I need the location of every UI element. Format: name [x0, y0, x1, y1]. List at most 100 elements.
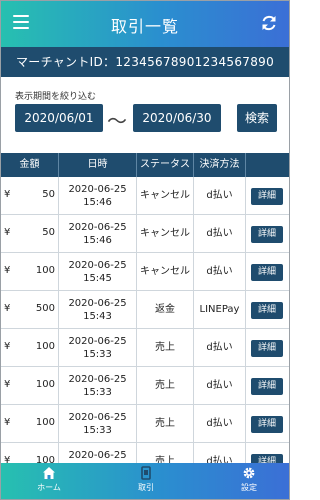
detail-button[interactable]: 詳細	[251, 340, 283, 357]
currency-symbol: ¥	[4, 265, 11, 276]
amount-value: 100	[35, 417, 55, 428]
table-row: ¥50 2020-06-25 15:46 キャンセル d払い 詳細	[1, 177, 289, 215]
detail-cell: 詳細	[246, 291, 289, 329]
table-row: ¥100 2020-06-25 15:33 売上d払い詳細	[1, 405, 289, 443]
column-header-amount: 金額	[1, 153, 59, 177]
amount-value: 50	[42, 189, 55, 200]
datetime-cell: 2020-06-25 15:46	[59, 177, 137, 215]
currency-symbol: ¥	[4, 417, 11, 428]
amount-value: 100	[35, 455, 55, 463]
method-cell: LINEPay	[194, 291, 246, 329]
table-row: ¥1002020-06-2515:33売上d払い詳細	[1, 329, 289, 367]
amount-value: 100	[35, 265, 55, 276]
time-value: 15:33	[83, 425, 112, 436]
datetime-cell: 2020-06-25 15:45	[59, 253, 137, 291]
amount-cell: ¥100	[1, 329, 59, 367]
app-header: 取引一覧	[1, 1, 289, 47]
detail-button[interactable]: 詳細	[251, 302, 283, 319]
column-header-method: 決済方法	[194, 153, 246, 177]
status-cell: 返金	[137, 291, 194, 329]
datetime-cell: 2020-06-2515:33	[59, 367, 137, 405]
nav-settings-label: 設定	[241, 483, 257, 492]
home-icon	[43, 467, 55, 479]
column-header-datetime: 日時	[59, 153, 137, 177]
status-cell: 売上	[137, 367, 194, 405]
detail-cell: 詳細	[246, 215, 289, 253]
amount-value: 500	[35, 303, 55, 314]
column-header-detail	[246, 153, 289, 177]
amount-cell: ¥100	[1, 253, 59, 291]
method-cell: d払い	[194, 367, 246, 405]
detail-button[interactable]: 詳細	[251, 416, 283, 433]
method-cell: d払い	[194, 329, 246, 367]
amount-cell: ¥50	[1, 215, 59, 253]
date-value: 2020-06-25	[68, 450, 127, 461]
currency-symbol: ¥	[4, 341, 11, 352]
amount-value: 100	[35, 379, 55, 390]
refresh-icon[interactable]	[259, 13, 279, 33]
status-cell: 売上	[137, 405, 194, 443]
transaction-list[interactable]: ¥50 2020-06-25 15:46 キャンセル d払い 詳細 ¥50 2020-06-2…	[1, 177, 289, 463]
detail-button[interactable]: 詳細	[251, 226, 283, 243]
detail-cell: 詳細	[246, 443, 289, 463]
datetime-cell: 2020-06-25 15:43	[59, 291, 137, 329]
detail-cell: 詳細	[246, 405, 289, 443]
detail-cell: 詳細	[246, 367, 289, 405]
detail-cell: 詳細	[246, 253, 289, 291]
merchant-id: マーチャントID：12345678901234567890	[1, 47, 289, 77]
amount-cell: ¥500	[1, 291, 59, 329]
time-value: 15:46	[83, 235, 112, 246]
nav-history[interactable]: 取引	[111, 466, 181, 493]
amount-cell: ¥100	[1, 367, 59, 405]
currency-symbol: ¥	[4, 455, 11, 463]
filter-label: 表示期間を絞り込む	[15, 92, 97, 102]
detail-button[interactable]: 詳細	[251, 264, 283, 281]
time-value: 15:33	[83, 387, 112, 398]
search-button[interactable]: 検索	[237, 104, 277, 132]
time-value: 15:45	[83, 273, 112, 284]
detail-button[interactable]: 詳細	[251, 454, 283, 463]
status-cell: 売上	[137, 329, 194, 367]
date-value: 2020-06-25	[68, 336, 127, 347]
page-title: 取引一覧	[110, 17, 179, 36]
datetime-cell: 2020-06-2515:33	[59, 329, 137, 367]
method-cell: d払い	[194, 177, 246, 215]
status-cell: 売上	[137, 443, 194, 463]
date-to-field[interactable]: 2020/06/30	[133, 104, 221, 132]
receipt-icon	[141, 466, 151, 480]
currency-symbol: ¥	[4, 189, 11, 200]
table-header: 金額 日時 ステータス 決済方法	[1, 153, 289, 177]
status-cell: キャンセル	[137, 215, 194, 253]
method-cell: d払い	[194, 215, 246, 253]
nav-home-label: ホーム	[37, 483, 61, 492]
bottom-nav: ホーム 取引 設定	[1, 463, 289, 499]
currency-symbol: ¥	[4, 303, 11, 314]
amount-cell: ¥50	[1, 177, 59, 215]
status-cell: キャンセル	[137, 177, 194, 215]
table-row: ¥1002020-06-2515:33売上d払い詳細	[1, 443, 289, 463]
date-from-field[interactable]: 2020/06/01	[15, 104, 103, 132]
nav-settings[interactable]: 設定	[214, 466, 284, 493]
detail-button[interactable]: 詳細	[251, 188, 283, 205]
time-value: 15:43	[83, 311, 112, 322]
datetime-cell: 2020-06-2515:33	[59, 443, 137, 463]
method-cell: d払い	[194, 253, 246, 291]
table-row: ¥50 2020-06-25 15:46 キャンセル d払い 詳細	[1, 215, 289, 253]
gear-icon	[243, 467, 255, 479]
amount-value: 50	[42, 227, 55, 238]
status-cell: キャンセル	[137, 253, 194, 291]
nav-home[interactable]: ホーム	[14, 466, 84, 493]
column-header-status: ステータス	[137, 153, 194, 177]
datetime-cell: 2020-06-25 15:33	[59, 405, 137, 443]
detail-button[interactable]: 詳細	[251, 378, 283, 395]
amount-cell: ¥100	[1, 443, 59, 463]
nav-history-label: 取引	[138, 483, 154, 492]
date-value: 2020-06-25	[68, 412, 127, 423]
method-cell: d払い	[194, 405, 246, 443]
datetime-cell: 2020-06-25 15:46	[59, 215, 137, 253]
currency-symbol: ¥	[4, 379, 11, 390]
date-value: 2020-06-25	[68, 222, 127, 233]
table-row: ¥1002020-06-2515:33売上d払い詳細	[1, 367, 289, 405]
detail-cell: 詳細	[246, 329, 289, 367]
date-separator: 〜	[107, 109, 127, 133]
